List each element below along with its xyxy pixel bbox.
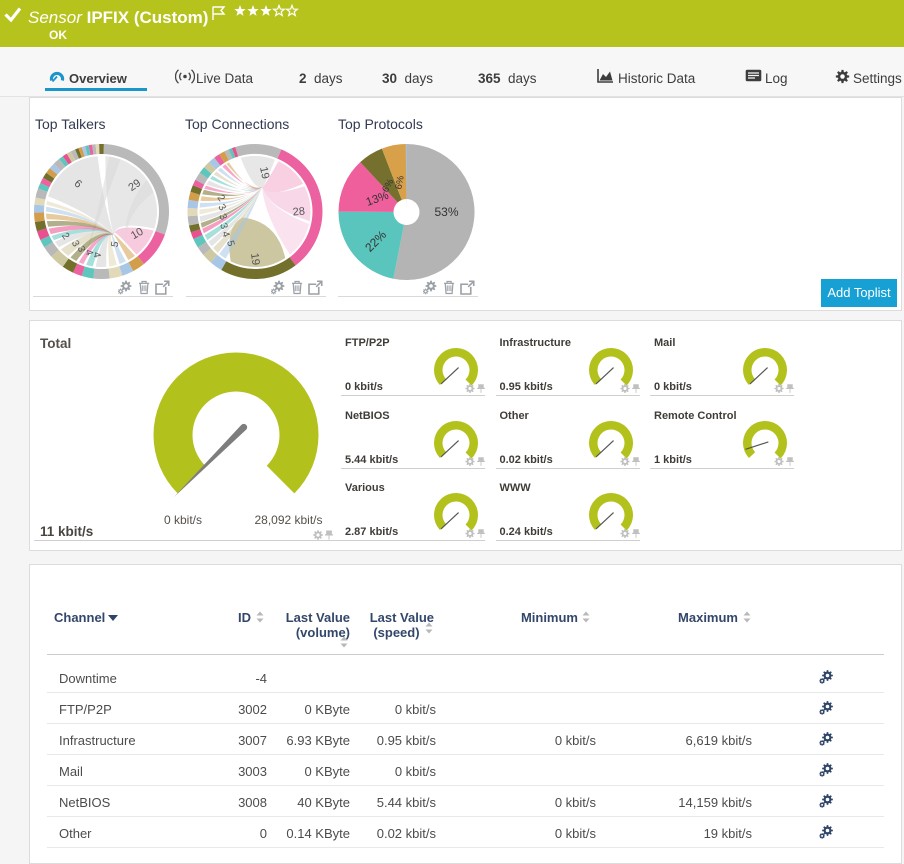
svg-text:19: 19 [257,166,271,180]
svg-text:19: 19 [248,252,262,266]
svg-text:28: 28 [292,205,305,218]
svg-text:53%: 53% [434,205,458,219]
